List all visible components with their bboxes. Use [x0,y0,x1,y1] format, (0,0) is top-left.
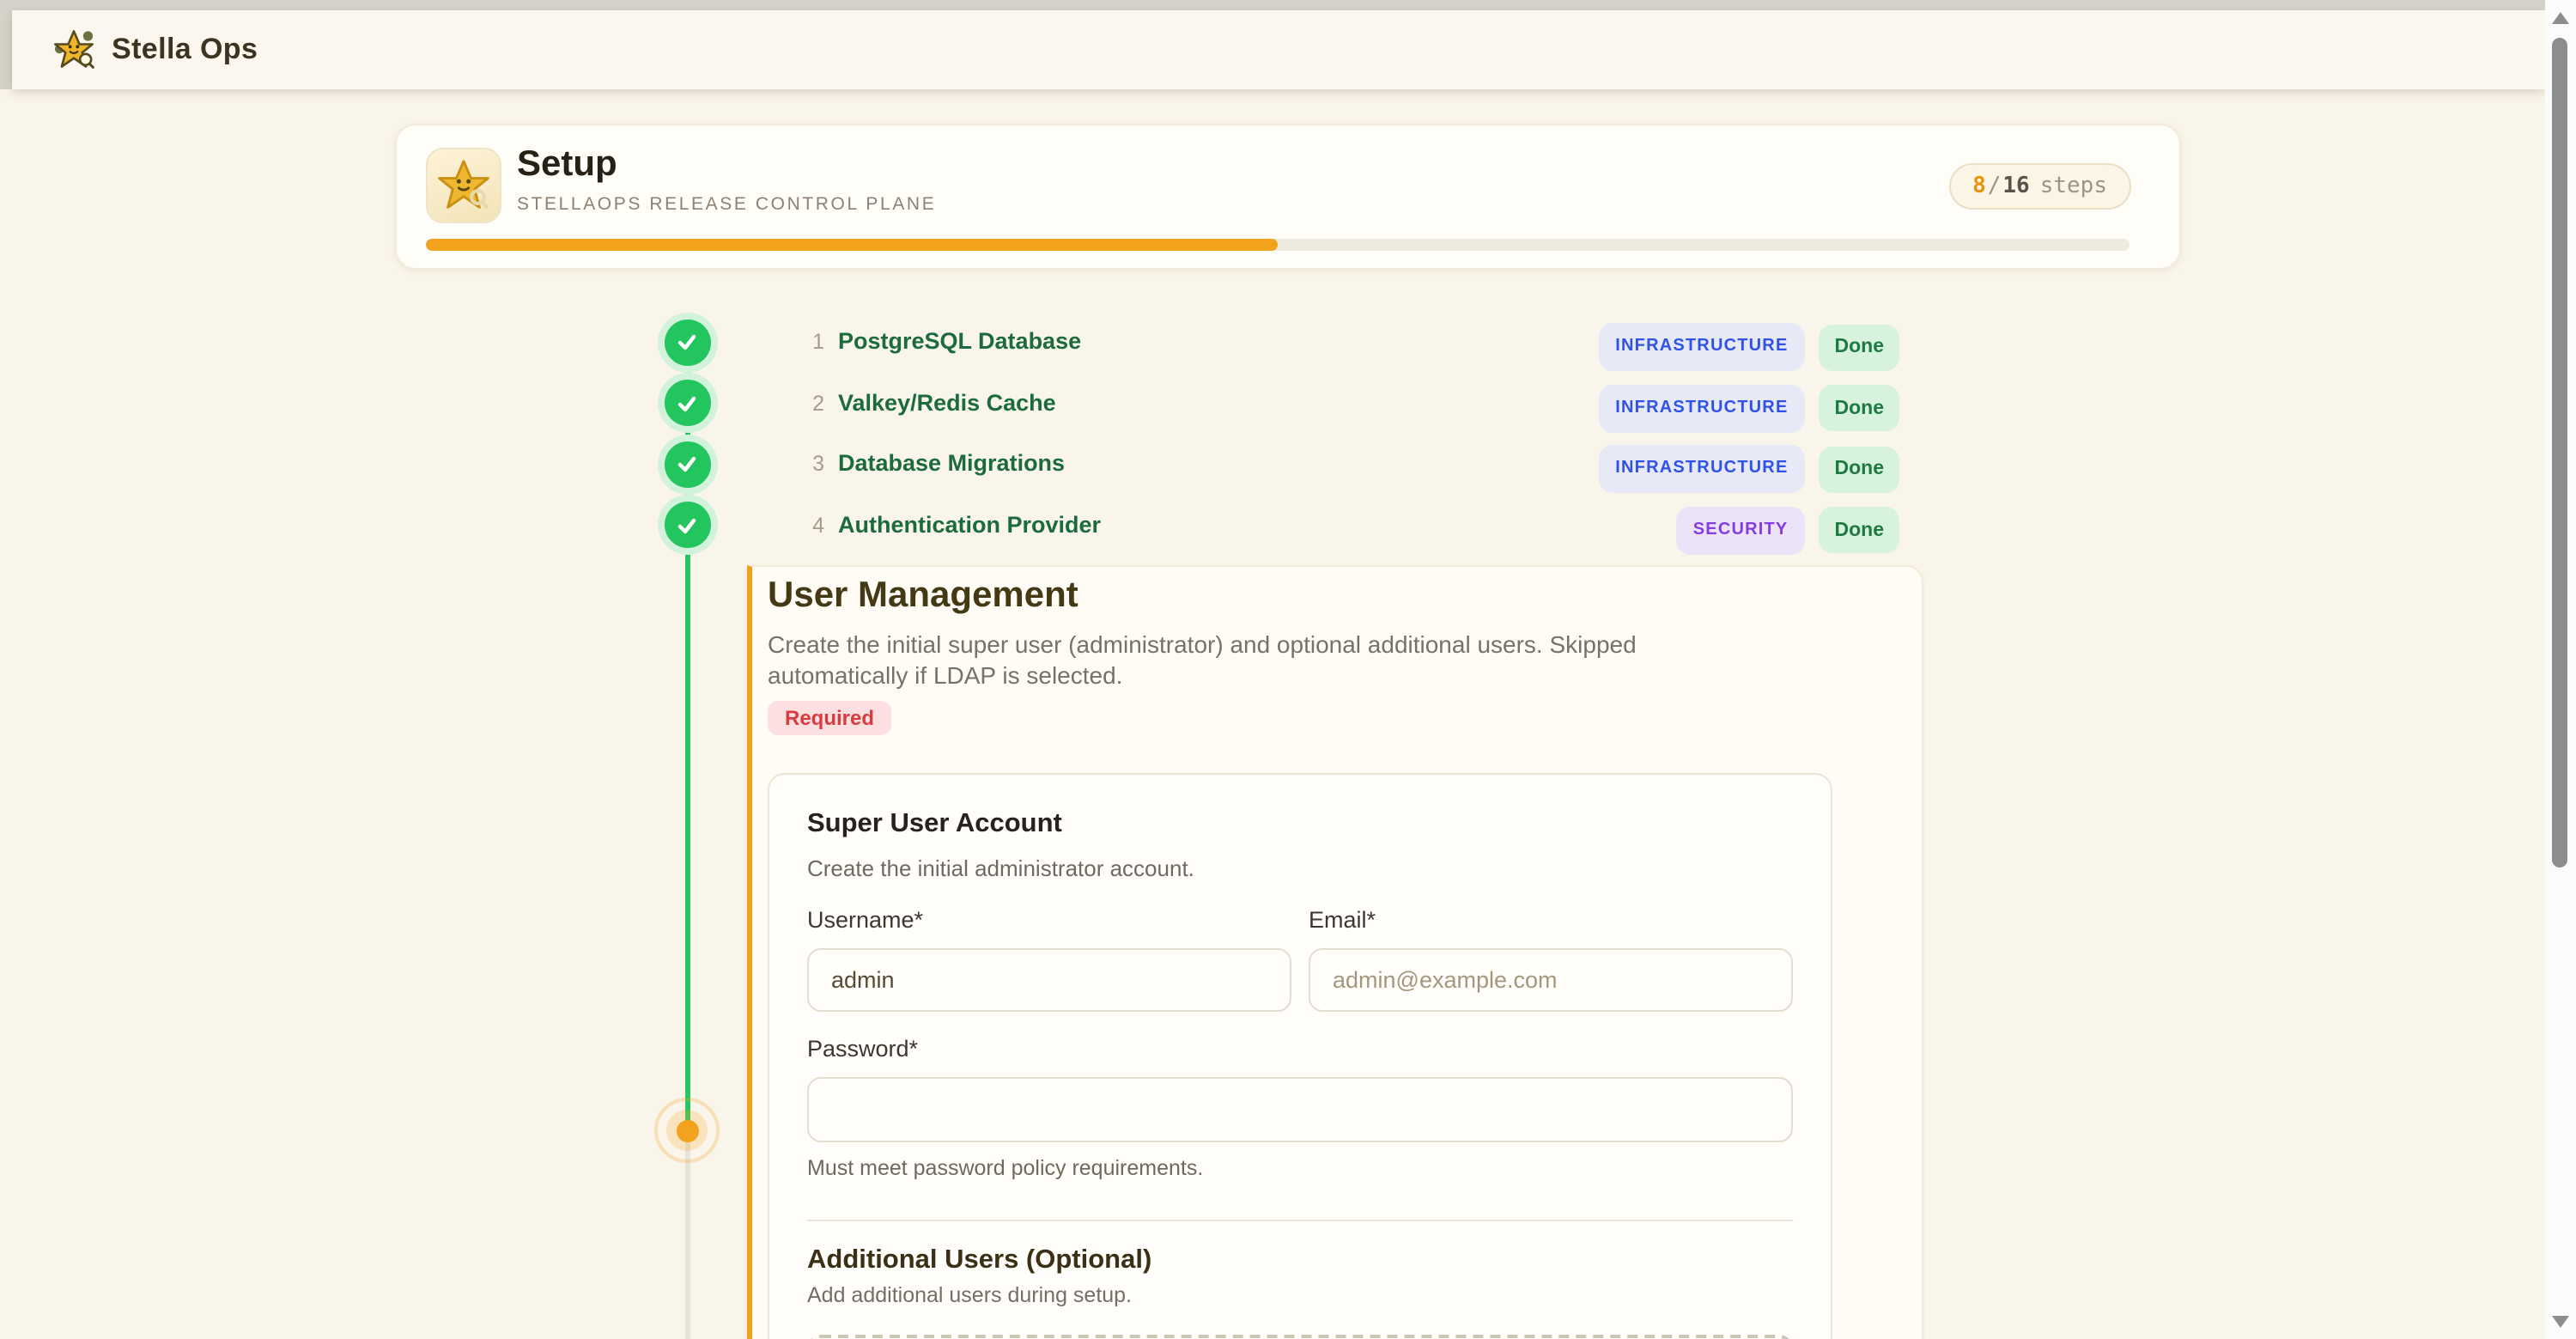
page-title: Setup [517,144,617,186]
setup-logo-icon [426,148,501,223]
section-description: Create the initial super user (administr… [768,630,1760,691]
additional-users-description: Add additional users during setup. [807,1283,1793,1307]
status-badge: Done [1820,507,1900,553]
step-title: Valkey/Redis Cache [838,384,1056,422]
step-number: 4 [787,506,824,544]
username-label: Username* [807,907,1291,933]
section-title: User Management [768,575,1078,617]
step-title: Authentication Provider [838,506,1101,544]
brand-name[interactable]: Stella Ops [112,33,258,67]
status-badge: Done [1820,385,1900,431]
email-label: Email* [1309,907,1793,933]
steps-total-count: 16 [2002,173,2029,199]
step-row-database-migrations[interactable]: 3 Database Migrations INFRASTRUCTURE Don… [0,445,2576,483]
step-title: Database Migrations [838,445,1065,483]
page-subtitle: STELLAOPS RELEASE CONTROL PLANE [517,194,936,215]
step-number: 3 [787,445,824,483]
super-user-title: Super User Account [807,809,1793,840]
user-management-panel: User Management Create the initial super… [747,565,1923,1339]
vertical-scrollbar[interactable] [2545,0,2576,1339]
step-title: PostgreSQL Database [838,323,1081,361]
steps-counter-badge: 8 / 16 steps [1948,163,2131,210]
step-number: 2 [787,384,824,422]
section-divider [807,1220,1793,1221]
step-row-valkey-redis[interactable]: 2 Valkey/Redis Cache INFRASTRUCTURE Done [0,384,2576,422]
scrollbar-up-arrow-icon[interactable] [2552,12,2569,24]
super-user-account-card: Super User Account Create the initial ad… [768,773,1832,1339]
category-badge: INFRASTRUCTURE [1598,384,1805,432]
setup-header-card: Setup STELLAOPS RELEASE CONTROL PLANE 8 … [395,124,2181,270]
username-input[interactable] [807,948,1291,1012]
status-badge: Done [1820,446,1900,492]
password-input[interactable] [807,1077,1793,1142]
steps-suffix: steps [2040,173,2107,199]
super-user-description: Create the initial administrator account… [807,855,1793,881]
steps-done-count: 8 [1972,173,1986,199]
scrollbar-down-arrow-icon[interactable] [2552,1316,2569,1328]
stellaops-logo-icon [52,27,96,72]
top-navigation-bar: Stella Ops [12,10,2545,89]
category-badge: SECURITY [1676,506,1806,554]
category-badge: INFRASTRUCTURE [1598,445,1805,493]
step-row-authentication-provider[interactable]: 4 Authentication Provider SECURITY Done [0,506,2576,544]
current-step-indicator-dot [676,1119,698,1141]
status-badge: Done [1820,324,1900,370]
password-label: Password* [807,1036,1793,1062]
additional-users-title: Additional Users (Optional) [807,1245,1793,1276]
category-badge: INFRASTRUCTURE [1598,323,1805,371]
steps-separator: / [1986,173,2003,199]
add-another-user-button[interactable]: + Add Another User [807,1335,1793,1339]
progress-fill [426,239,1278,251]
scrollbar-thumb[interactable] [2552,38,2567,867]
step-number: 1 [787,323,824,361]
setup-page: Stella Ops Setup STELLAOPS RELEASE CONTR… [0,0,2576,1339]
email-input[interactable] [1309,948,1793,1012]
step-row-postgresql[interactable]: 1 PostgreSQL Database INFRASTRUCTURE Don… [0,323,2576,361]
password-hint: Must meet password policy requirements. [807,1156,1793,1180]
required-badge: Required [768,701,891,735]
setup-progress-bar [426,239,2129,251]
